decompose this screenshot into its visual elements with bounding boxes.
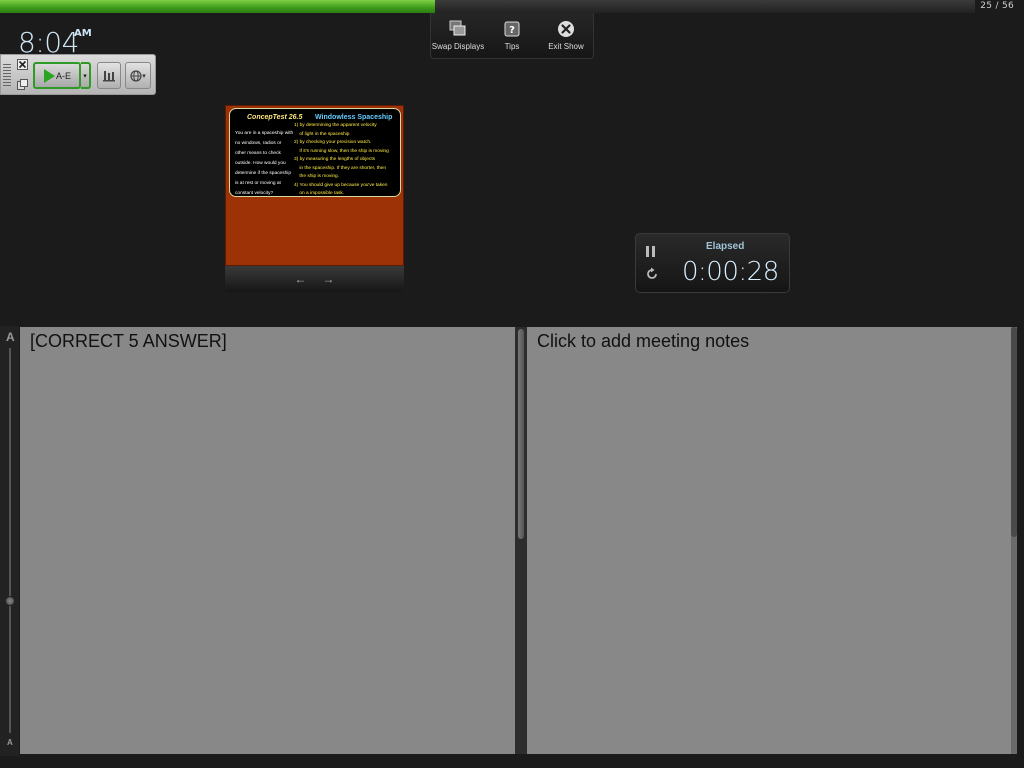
exit-show-label: Exit Show	[548, 42, 584, 51]
slide-question-line: outside. How would you	[235, 161, 286, 166]
bar-chart-icon	[103, 70, 115, 81]
settings-button[interactable]: ▾	[125, 62, 151, 89]
slide-navigation: ← →	[225, 266, 404, 292]
slide-answer-line: on a impossible task.	[294, 191, 345, 196]
meeting-notes-scroll-thumb[interactable]	[1011, 327, 1017, 537]
tips-button[interactable]: ? Tips	[486, 19, 538, 51]
current-slide-preview: ConcepTest 26.5 Windowless Spaceship You…	[225, 105, 404, 292]
left-notes-scroll-thumb[interactable]	[518, 329, 524, 539]
slide-question-line: no windows, radios or	[235, 141, 282, 146]
slide-answer-line: 4) You should give up because you've tak…	[294, 182, 388, 188]
font-size-handle[interactable]	[5, 596, 15, 606]
slide-counter: 25 / 56	[980, 1, 1014, 11]
slide-question-line: is at rest or moving at	[235, 181, 281, 186]
presenter-view: 25 / 56 8:04 AM Swap Displays ? Tips Exi…	[0, 0, 1024, 768]
meeting-notes-scrollbar[interactable]	[1011, 327, 1017, 754]
meeting-notes-panel[interactable]: Click to add meeting notes	[527, 327, 1017, 754]
slide-answer-line: in the spaceship. If they are shorter, t…	[294, 165, 386, 171]
swap-displays-button[interactable]: Swap Displays	[432, 19, 484, 51]
svg-text:?: ?	[509, 25, 515, 36]
close-circle-icon	[556, 19, 576, 39]
presenter-toolbar: Swap Displays ? Tips Exit Show	[430, 13, 594, 59]
slide-question: You are in a spaceship with no windows, r…	[235, 129, 297, 199]
swap-displays-icon	[448, 19, 468, 39]
slide-progress-fill	[0, 0, 436, 13]
slide-question-line: determine if the spaceship	[235, 171, 291, 176]
speaker-notes-panel[interactable]: [CORRECT 5 ANSWER]	[20, 327, 517, 754]
slide-progress-bar	[0, 0, 975, 13]
clicker-toolbar: A-E ▾ ▾	[0, 54, 156, 95]
font-size-small-label: A	[7, 738, 13, 747]
notes-panel-divider[interactable]	[515, 327, 527, 754]
elapsed-timer: Elapsed 0:00:28	[635, 233, 790, 293]
help-icon: ?	[502, 19, 522, 39]
slide-answer-line: 1) by determining the apparent velocity	[294, 123, 377, 128]
copy-icon	[17, 79, 28, 90]
slide-answer-line: If it's running slow, then the ship is m…	[294, 148, 389, 154]
close-toolbar-button[interactable]	[17, 59, 28, 70]
globe-icon	[130, 69, 142, 82]
notes-font-size-slider: A A	[0, 326, 19, 756]
font-size-large-label: A	[6, 330, 15, 344]
slide-thumbnail: ConcepTest 26.5 Windowless Spaceship You…	[225, 105, 404, 266]
reset-timer-icon[interactable]	[645, 267, 659, 281]
settings-dropdown-glyph: ▾	[142, 72, 146, 80]
drag-grip-icon[interactable]	[3, 64, 11, 88]
slide-question-line: other means to check	[235, 151, 281, 156]
previous-slide-icon[interactable]: ←	[295, 272, 307, 286]
slide-title: ConcepTest 26.5	[247, 114, 303, 121]
timer-value: 0:00:28	[682, 257, 779, 287]
slide-content-box: ConcepTest 26.5 Windowless Spaceship You…	[229, 108, 401, 197]
font-size-track[interactable]	[9, 348, 11, 733]
show-results-button[interactable]	[97, 62, 121, 89]
copy-button[interactable]	[17, 77, 28, 90]
next-slide-icon[interactable]: →	[323, 272, 335, 286]
poll-type-dropdown[interactable]: ▾	[81, 62, 91, 89]
meeting-notes-placeholder[interactable]: Click to add meeting notes	[537, 331, 749, 352]
close-icon	[17, 59, 28, 70]
slide-answer-line: 2) by checking your precision watch.	[294, 140, 372, 145]
poll-type-label: A-E	[55, 70, 71, 81]
slide-answer-line: 3) by measuring the lengths of objects	[294, 157, 376, 162]
slide-subtitle: Windowless Spaceship	[315, 114, 393, 121]
slide-answer-line: the ship is moving.	[294, 174, 340, 179]
clock-ampm: AM	[74, 28, 92, 39]
slide-answers: 1) by determining the apparent velocity …	[294, 122, 402, 199]
exit-show-button[interactable]: Exit Show	[540, 19, 592, 51]
slide-answer-line: of light in the spaceship	[294, 131, 350, 137]
slide-question-line: constant velocity?	[235, 191, 274, 196]
pause-icon[interactable]	[646, 246, 658, 258]
start-poll-button[interactable]: A-E	[33, 62, 81, 89]
slide-question-line: You are in a spaceship with	[235, 131, 294, 136]
tips-label: Tips	[504, 42, 520, 51]
speaker-notes-text[interactable]: [CORRECT 5 ANSWER]	[30, 331, 227, 352]
timer-label: Elapsed	[706, 241, 745, 252]
swap-displays-label: Swap Displays	[431, 42, 485, 51]
play-icon	[44, 69, 55, 83]
